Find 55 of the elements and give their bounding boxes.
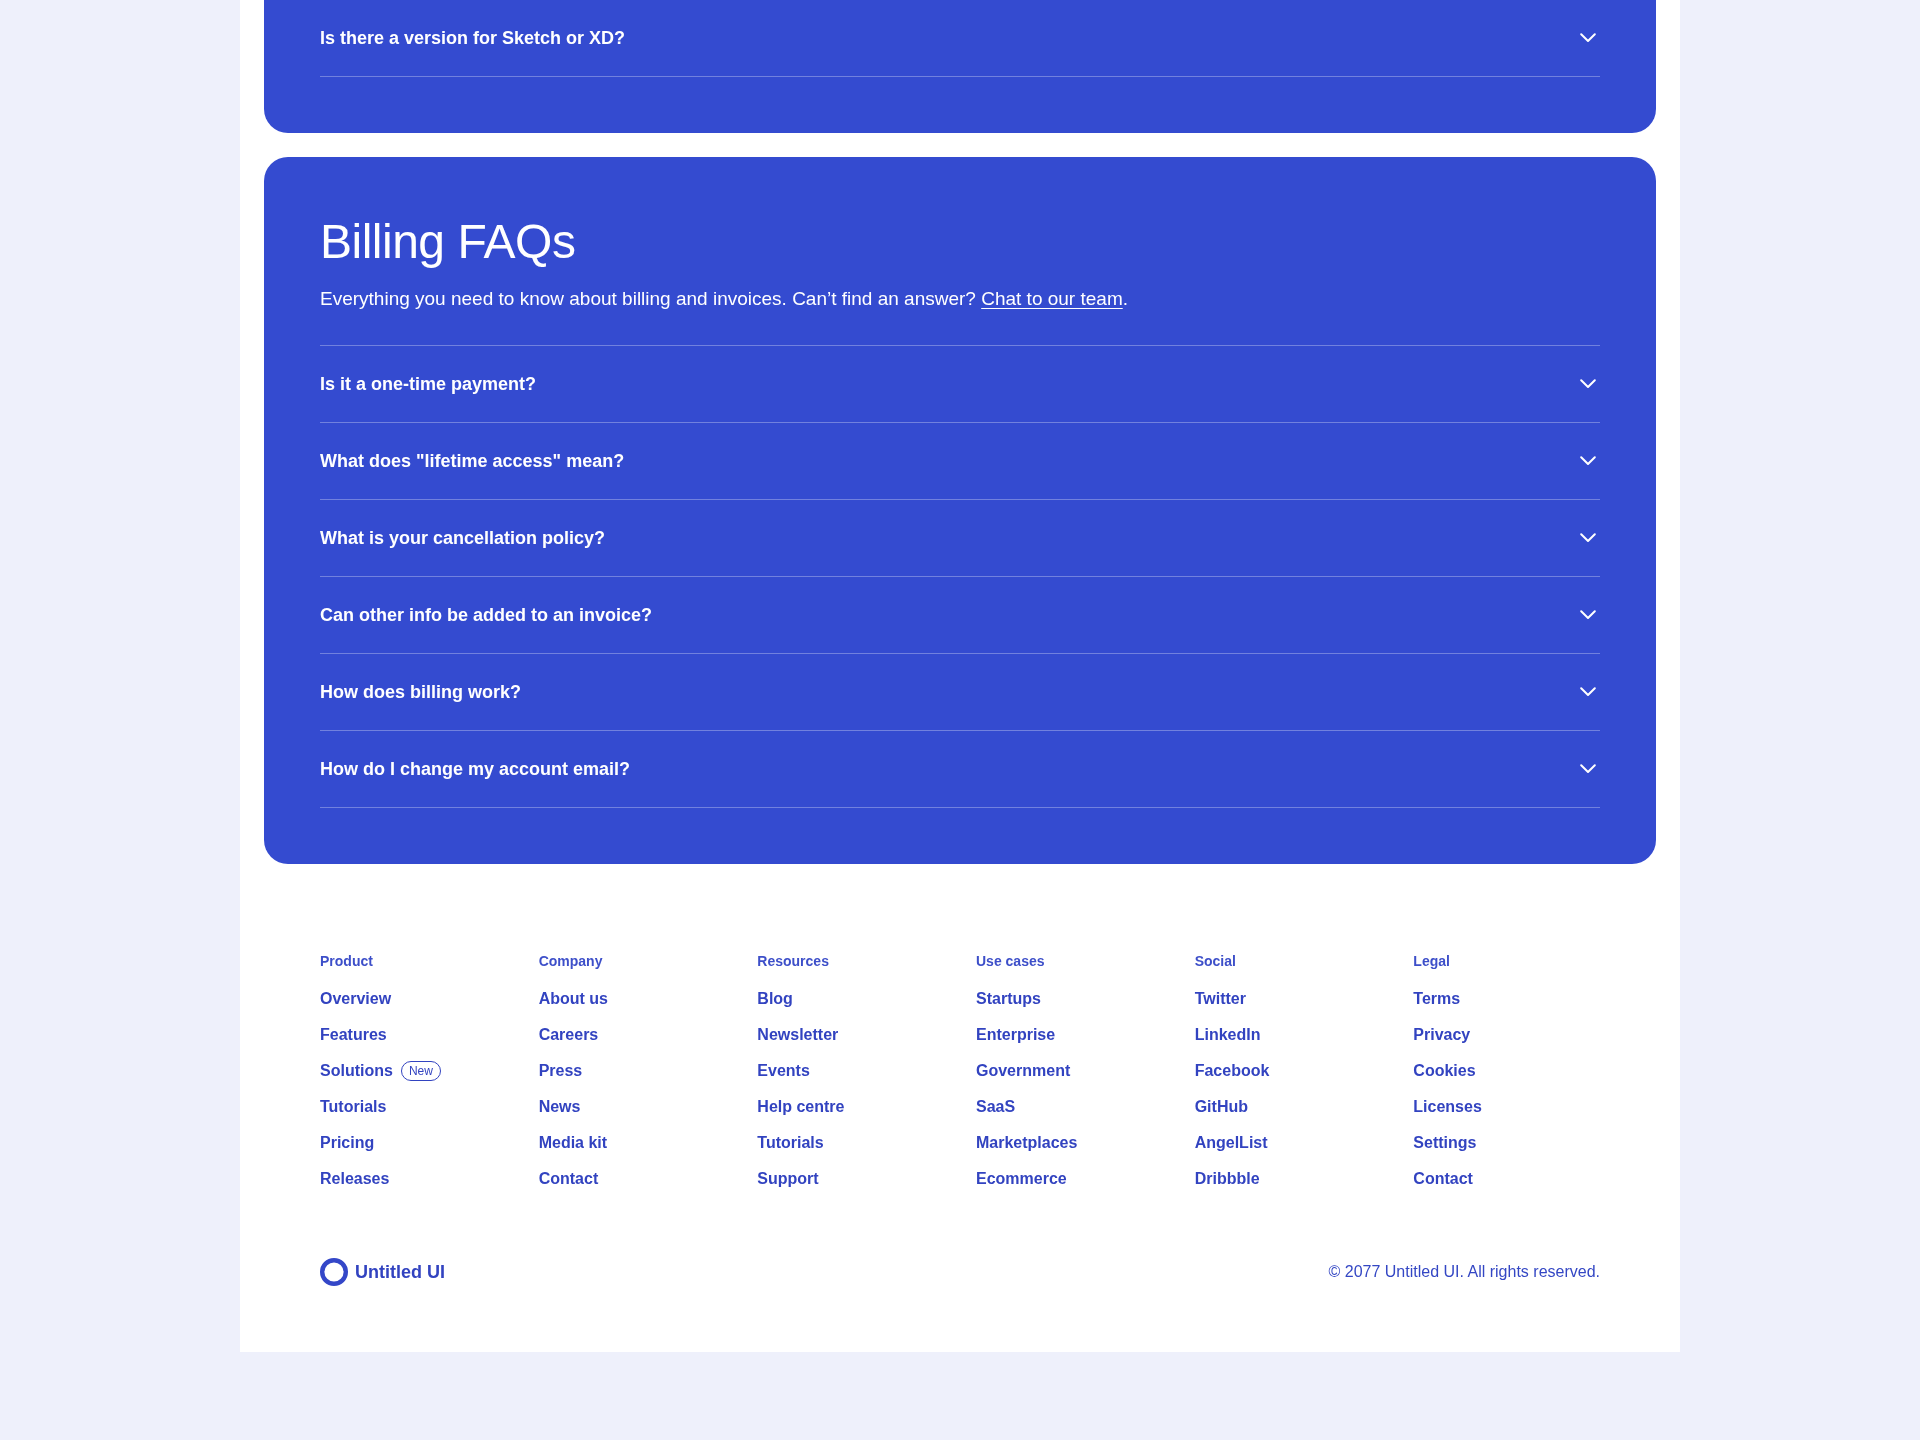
footer-link[interactable]: Events bbox=[757, 1059, 810, 1083]
footer-link[interactable]: Ecommerce bbox=[976, 1167, 1067, 1191]
section-title: Billing FAQs bbox=[320, 214, 577, 270]
footer-link[interactable]: Twitter bbox=[1194, 987, 1246, 1011]
footer-link[interactable]: LinkedIn bbox=[1194, 1023, 1261, 1047]
footer-link[interactable]: AngelList bbox=[1194, 1131, 1268, 1155]
footer-link[interactable]: Newsletter bbox=[757, 1023, 839, 1047]
footer-link[interactable]: SaaS bbox=[976, 1095, 1016, 1119]
footer-link[interactable]: Releases bbox=[320, 1167, 390, 1191]
chat-link[interactable]: Chat to our team bbox=[981, 288, 1123, 309]
footer-link[interactable]: About us bbox=[538, 987, 608, 1011]
footer-link[interactable]: Startups bbox=[976, 987, 1041, 1011]
column-heading: Legal bbox=[1413, 952, 1451, 971]
footer-link[interactable]: Dribbble bbox=[1194, 1167, 1260, 1191]
footer-link[interactable]: Press bbox=[538, 1059, 583, 1083]
footer-link[interactable]: Facebook bbox=[1194, 1059, 1270, 1083]
column-heading: Product bbox=[320, 952, 374, 971]
footer-link[interactable]: Tutorials bbox=[320, 1095, 387, 1119]
faq-question[interactable]: What is your cancellation policy? bbox=[320, 500, 1600, 576]
column-heading: Use cases bbox=[976, 952, 1046, 971]
footer-link[interactable]: Tutorials bbox=[757, 1131, 824, 1155]
faq-question[interactable]: What does "lifetime access" mean? bbox=[320, 423, 1600, 499]
ring-icon bbox=[320, 1258, 348, 1286]
footer-link[interactable]: Support bbox=[757, 1167, 819, 1191]
footer-link[interactable]: Solutions bbox=[320, 1059, 393, 1083]
footer-link[interactable]: Terms bbox=[1413, 987, 1461, 1011]
faq-question[interactable]: Is it a one-time payment? bbox=[320, 346, 1600, 422]
footer-link[interactable]: Blog bbox=[757, 987, 793, 1011]
footer-link[interactable]: Contact bbox=[1413, 1167, 1473, 1191]
footer-link[interactable]: Media kit bbox=[538, 1131, 608, 1155]
faq-question[interactable]: How do I change my account email? bbox=[320, 731, 1600, 807]
footer-link[interactable]: Enterprise bbox=[976, 1023, 1056, 1047]
column-heading: Resources bbox=[757, 952, 830, 971]
section-description: Everything you need to know about billing and invoices. Can’t find an answer? Chat to our team. bbox=[320, 287, 1129, 311]
footer-link[interactable]: Help centre bbox=[757, 1095, 845, 1119]
footer-link[interactable]: Pricing bbox=[320, 1131, 375, 1155]
footer-link[interactable]: News bbox=[538, 1095, 581, 1119]
footer-link[interactable]: Privacy bbox=[1413, 1023, 1471, 1047]
column-heading: Social bbox=[1194, 952, 1237, 971]
logo-link[interactable]: Untitled UI bbox=[320, 1258, 445, 1286]
footer-link[interactable]: GitHub bbox=[1194, 1095, 1248, 1119]
copyright-text: © 2077 Untitled UI. All rights reserved. bbox=[1328, 1262, 1600, 1282]
footer-link[interactable]: Overview bbox=[320, 987, 392, 1011]
footer-link[interactable]: Settings bbox=[1413, 1131, 1477, 1155]
footer-link[interactable]: Marketplaces bbox=[976, 1131, 1078, 1155]
footer-link[interactable]: Careers bbox=[538, 1023, 599, 1047]
faq-question[interactable]: Can other info be added to an invoice? bbox=[320, 577, 1600, 653]
footer-link[interactable]: Contact bbox=[538, 1167, 599, 1191]
faq-question[interactable]: How does billing work? bbox=[320, 654, 1600, 730]
column-heading: Company bbox=[538, 952, 604, 971]
faq-question[interactable]: Is there a version for Sketch or XD? bbox=[320, 0, 1600, 76]
footer-link[interactable]: Features bbox=[320, 1023, 387, 1047]
footer-link[interactable]: Licenses bbox=[1413, 1095, 1482, 1119]
footer-link[interactable]: Cookies bbox=[1413, 1059, 1476, 1083]
footer-link[interactable]: Government bbox=[976, 1059, 1071, 1083]
